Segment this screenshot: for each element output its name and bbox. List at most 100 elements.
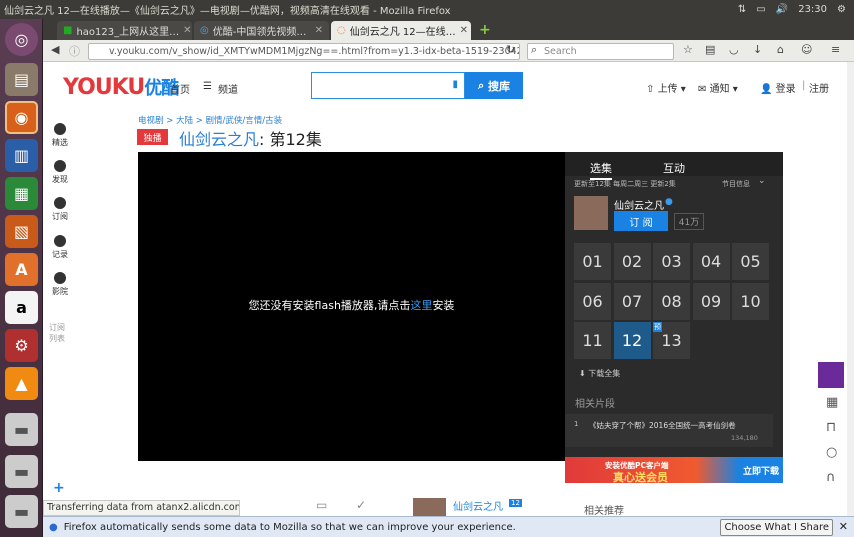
like-icon[interactable]: ✓	[356, 498, 366, 512]
clipboard-icon[interactable]: ▤	[705, 43, 715, 56]
drive-icon-2[interactable]: ▬	[5, 455, 38, 488]
vip-crown-icon[interactable]	[818, 362, 844, 388]
calc-icon[interactable]: ▦	[5, 177, 38, 210]
info-icon[interactable]: ⓘ	[69, 43, 80, 59]
software-center-icon[interactable]: A	[5, 253, 38, 286]
chevron-down-icon[interactable]: ⌄	[758, 176, 766, 186]
cart-icon[interactable]: ⊓	[826, 420, 836, 435]
new-tab-button[interactable]: +	[479, 22, 491, 38]
channel-name[interactable]: 仙剑云之凡	[614, 197, 664, 212]
episode-label: 13	[661, 331, 682, 350]
side-discover[interactable]: 发现	[47, 160, 73, 185]
drive-icon[interactable]: ▬	[5, 413, 38, 446]
episode-06[interactable]: 06	[574, 282, 611, 320]
side-sub-list[interactable]: 订阅列表	[47, 322, 67, 344]
chat-icon[interactable]: ☺	[801, 43, 812, 56]
episode-08[interactable]: 08	[653, 282, 690, 320]
impress-icon[interactable]: ▧	[5, 215, 38, 248]
youku-logo[interactable]: YOUKU优酷	[63, 74, 179, 100]
settings-icon[interactable]: ⚙	[837, 4, 846, 15]
tab-youku-home[interactable]: ◎ 优酷-中国领先视频… ✕	[194, 21, 329, 40]
episode-07[interactable]: 07	[613, 282, 651, 320]
nav-home[interactable]: 首页	[170, 81, 190, 96]
side-subscribe[interactable]: 订阅	[47, 197, 73, 222]
amazon-icon[interactable]: a	[5, 291, 38, 324]
firefox-icon[interactable]: ◉	[5, 101, 38, 134]
recommendations-heading: 相关推荐	[584, 506, 624, 517]
episode-05[interactable]: 05	[732, 243, 769, 280]
show-info-link[interactable]: 节目信息	[722, 179, 750, 189]
writer-icon[interactable]: ▥	[5, 139, 38, 172]
plus-icon[interactable]: +	[53, 480, 65, 496]
home-icon[interactable]: ⌂	[777, 43, 784, 56]
scrollbar[interactable]	[847, 62, 854, 516]
launcher: ◎ ▤ ◉ ▥ ▦ ▧ A a ⚙ ▲ ▬ ▬ ▬	[0, 19, 43, 537]
search-icon: ⌕	[531, 43, 538, 56]
nav-channel[interactable]: 频道	[218, 81, 238, 96]
audio-bars-icon[interactable]: ▮	[452, 79, 458, 90]
episode-01[interactable]: 01	[574, 243, 611, 280]
side-featured[interactable]: 精选	[47, 123, 73, 148]
network-icon[interactable]: ⇅	[738, 4, 746, 15]
window-title: 仙剑云之凡 12—在线播放—《仙剑云之凡》—电视剧—优酷网，视频高清在线观看 -…	[4, 6, 451, 17]
lightbulb-icon[interactable]: ○	[826, 445, 837, 460]
files-icon[interactable]: ▤	[5, 63, 38, 96]
clock[interactable]: 23:30	[798, 4, 827, 15]
promo-banner[interactable]: 安装优酷PC客户端 真心送会员 立即下载	[565, 457, 783, 484]
episode-02[interactable]: 02	[613, 243, 651, 280]
side-cinema[interactable]: 影院	[47, 272, 73, 297]
related-clip-item[interactable]: 1 《姑夫穿了个帮》2016全国统一高考仙剑卷 134,180	[565, 414, 773, 447]
url-bar[interactable]: v.youku.com/v_show/id_XMTYwMDM1MjgzNg==.…	[88, 43, 520, 60]
subscribe-button[interactable]: 订 阅	[614, 211, 668, 231]
separator: |	[802, 80, 806, 91]
youku-search-input[interactable]: ▮	[311, 72, 465, 99]
verified-icon: ●	[665, 197, 673, 207]
headset-icon[interactable]: ∩	[826, 470, 836, 485]
login-link[interactable]: 👤 登录	[760, 80, 796, 95]
bottom-channel-name[interactable]: 仙剑云之凡	[453, 498, 503, 513]
tab-current[interactable]: ◌ 仙剑云之凡 12—在线… ✕	[331, 21, 471, 40]
search-input[interactable]: Search	[527, 43, 674, 60]
video-player[interactable]: 您还没有安装flash播放器,请点击这里安装	[138, 152, 565, 461]
download-icon[interactable]: ↓	[753, 43, 762, 56]
episode-04[interactable]: 04	[692, 243, 730, 280]
update-info: 更新至12集 每周二周三 更新2集	[574, 180, 676, 188]
close-icon[interactable]: ✕	[839, 520, 848, 533]
back-icon[interactable]: ◀	[51, 43, 59, 56]
tab-interact[interactable]: 互动	[663, 160, 685, 176]
flash-install-link[interactable]: 这里	[410, 299, 432, 312]
info-icon: ●	[49, 521, 58, 533]
avatar[interactable]	[574, 196, 608, 230]
upload-button[interactable]: ⇧ 上传 ▾	[646, 80, 686, 95]
comment-icon[interactable]: ▭	[316, 498, 327, 512]
bottom-avatar[interactable]	[413, 498, 446, 518]
side-history[interactable]: 记录	[47, 235, 73, 260]
tab-episodes[interactable]: 选集	[590, 160, 612, 180]
bookmark-star-icon[interactable]: ☆	[683, 43, 693, 56]
episode-12[interactable]: 12	[613, 322, 651, 359]
reload-icon[interactable]: ↻	[506, 43, 515, 56]
register-link[interactable]: 注册	[809, 80, 829, 95]
menu-icon[interactable]: ≡	[831, 43, 840, 56]
ubuntu-icon[interactable]: ◎	[5, 23, 38, 56]
episode-13[interactable]: 预 13	[653, 322, 690, 359]
episode-10[interactable]: 10	[732, 282, 769, 320]
volume-icon[interactable]: 🔊	[776, 4, 788, 15]
system-settings-icon[interactable]: ⚙	[5, 329, 38, 362]
episode-03[interactable]: 03	[653, 243, 690, 280]
download-all-button[interactable]: ⬇ 下载全集	[579, 368, 620, 379]
breadcrumb[interactable]: 电视剧 > 大陆 > 剧情/武侠/言情/古装	[138, 114, 282, 126]
menu-lines-icon[interactable]: ☰	[203, 81, 212, 92]
episode-11[interactable]: 11	[574, 322, 611, 359]
crown-icon	[54, 272, 66, 284]
notify-button[interactable]: ✉ 通知 ▾	[698, 80, 738, 95]
youku-search-button[interactable]: ⌕ 搜库	[465, 72, 523, 99]
episode-09[interactable]: 09	[692, 282, 730, 320]
choose-what-i-share-button[interactable]: Choose What I Share	[720, 519, 833, 536]
vlc-icon[interactable]: ▲	[5, 367, 38, 400]
qr-code-icon[interactable]: ▦	[826, 395, 838, 410]
pocket-icon[interactable]: ◡	[729, 43, 739, 56]
tab-hao123[interactable]: ■ hao123_上网从这里… ✕	[57, 21, 192, 40]
trash-icon[interactable]: ▬	[5, 495, 38, 528]
battery-icon[interactable]: ▭	[756, 4, 765, 15]
